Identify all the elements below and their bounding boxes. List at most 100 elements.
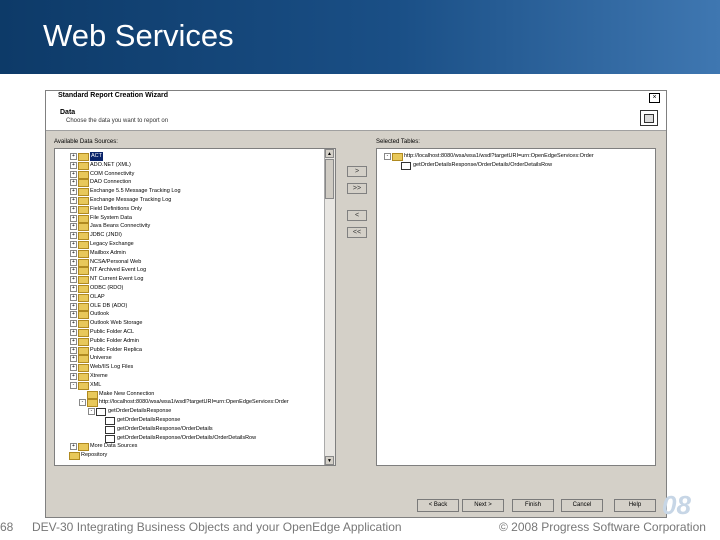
tree-item-label: File System Data <box>90 214 132 221</box>
available-data-sources-tree[interactable]: ▲ ▼ + ACT + ADO.NET (XML) + COM Connectivity +… <box>54 148 336 466</box>
selected-label: Selected Tables: <box>376 139 420 145</box>
tree-item-label: XML <box>90 381 102 388</box>
tree-item-label: Field Definitions Only <box>90 205 142 212</box>
selected-tables-tree[interactable]: - http://localhost:8080/wsa/wsa1/wsdl?tar… <box>376 148 656 466</box>
tree-item-label: http://localhost:8080/wsa/wsa1/wsdl?targ… <box>404 153 594 159</box>
tree-item-label: Xtreme <box>90 373 108 379</box>
expand-icon[interactable]: + <box>70 355 77 363</box>
expand-icon[interactable]: + <box>70 337 77 345</box>
expand-icon[interactable]: + <box>70 258 77 266</box>
expand-icon[interactable]: + <box>70 161 77 169</box>
tree-item-label: ACT <box>90 152 103 161</box>
expand-icon[interactable]: + <box>70 364 77 372</box>
folder-icon <box>78 355 89 364</box>
cancel-button[interactable]: Cancel <box>561 499 603 512</box>
expand-icon[interactable]: + <box>70 153 77 160</box>
wizard-graphic-icon <box>640 110 658 126</box>
remove-all-button[interactable]: << <box>347 227 367 238</box>
folder-icon <box>78 197 89 205</box>
expand-icon[interactable]: + <box>70 214 77 222</box>
table-icon <box>105 425 115 434</box>
tree-item-label: http://localhost:8080/wsa/wsa1/wsdl?targ… <box>99 399 289 406</box>
add-table-button[interactable]: > <box>347 166 367 177</box>
collapse-icon[interactable]: - <box>70 381 77 389</box>
tree-item-label: Repository <box>81 452 108 459</box>
tree-item-label: More Data Sources <box>90 443 138 450</box>
folder-icon <box>78 364 89 373</box>
expand-icon[interactable]: + <box>70 285 77 292</box>
scroll-up-icon[interactable]: ▲ <box>325 149 334 158</box>
scrollbar[interactable]: ▲ ▼ <box>324 149 335 465</box>
wizard-banner: Data Choose the data you want to report … <box>46 104 666 131</box>
report-wizard-window: Standard Report Creation Wizard × Data C… <box>45 90 667 518</box>
tree-item-label: Public Folder Admin <box>90 337 139 344</box>
expand-icon[interactable]: + <box>70 249 77 257</box>
tree-item-label: Legacy Exchange <box>90 241 134 247</box>
add-all-button[interactable]: >> <box>347 183 367 194</box>
tree-item-label: NT Current Event Log <box>90 276 144 283</box>
tree-item-label: getOrderDetailsResponse/OrderDetails/Ord… <box>413 161 553 168</box>
expand-icon[interactable]: + <box>70 179 77 187</box>
section-heading: Data <box>60 109 76 116</box>
expand-icon[interactable]: + <box>70 373 77 380</box>
tree-item-label: getOrderDetailsResponse <box>117 417 181 423</box>
expand-icon[interactable]: + <box>70 205 77 213</box>
close-icon[interactable]: × <box>649 93 660 103</box>
expand-icon[interactable]: + <box>70 197 77 204</box>
tree-item-label: Public Folder Replica <box>90 346 142 353</box>
expand-icon[interactable]: + <box>70 267 77 275</box>
tree-item-label: Java Beans Connectivity <box>90 223 151 230</box>
expand-icon[interactable]: + <box>70 443 77 451</box>
available-label: Available Data Sources: <box>54 139 118 145</box>
expand-icon[interactable]: + <box>70 302 77 310</box>
folder-icon <box>78 223 89 232</box>
wizard-titlebar: Standard Report Creation Wizard × <box>46 91 666 104</box>
table-icon <box>401 161 411 170</box>
section-subtitle: Choose the data you want to report on <box>66 118 169 124</box>
collapse-icon[interactable]: - <box>384 153 391 160</box>
tree-item-label: ODBC (RDO) <box>90 285 124 291</box>
help-button[interactable]: Help <box>614 499 656 512</box>
folder-icon <box>78 276 89 285</box>
expand-icon[interactable]: + <box>70 170 77 178</box>
tree-item-label: getOrderDetailsResponse <box>108 408 172 415</box>
back-button[interactable]: < Back <box>417 499 459 512</box>
expand-icon[interactable]: + <box>70 320 77 328</box>
expand-icon[interactable]: + <box>70 346 77 354</box>
expand-icon[interactable]: + <box>70 329 77 336</box>
expand-icon[interactable]: + <box>70 232 77 240</box>
remove-table-button[interactable]: < <box>347 210 367 221</box>
expand-icon[interactable]: + <box>70 223 77 231</box>
tree-item-label: JDBC (JNDI) <box>90 232 122 239</box>
folder-icon <box>78 311 89 320</box>
expand-icon[interactable]: + <box>70 188 77 196</box>
next-button[interactable]: Next > <box>462 499 504 512</box>
expand-icon[interactable]: + <box>70 311 77 319</box>
folder-icon <box>78 337 89 346</box>
folder-icon <box>78 267 89 276</box>
tree-item-label: ADO.NET (XML) <box>90 161 131 168</box>
folder-icon <box>69 452 80 461</box>
tree-item-label: getOrderDetailsResponse/OrderDetails <box>117 425 213 432</box>
folder-icon <box>78 346 89 355</box>
folder-icon <box>78 179 89 188</box>
folder-icon <box>78 153 89 161</box>
tree-item-label: NCSA/Personal Web <box>90 258 142 265</box>
expand-icon[interactable]: + <box>70 276 77 284</box>
slide-header-band: Web Services <box>0 0 720 74</box>
folder-icon <box>78 373 89 381</box>
expand-icon[interactable]: + <box>70 241 77 248</box>
folder-icon <box>78 381 89 390</box>
scroll-thumb[interactable] <box>325 159 334 199</box>
folder-icon <box>78 302 89 311</box>
folder-icon <box>78 232 89 241</box>
scroll-down-icon[interactable]: ▼ <box>325 456 334 465</box>
tree-item-label: Public Folder ACL <box>90 329 135 335</box>
collapse-icon[interactable]: - <box>79 399 86 407</box>
folder-icon <box>78 249 89 258</box>
folder-icon <box>87 399 98 408</box>
tree-item-label: Universe <box>90 355 112 362</box>
collapse-icon[interactable]: - <box>88 408 95 416</box>
expand-icon[interactable]: + <box>70 293 77 301</box>
finish-button[interactable]: Finish <box>512 499 554 512</box>
